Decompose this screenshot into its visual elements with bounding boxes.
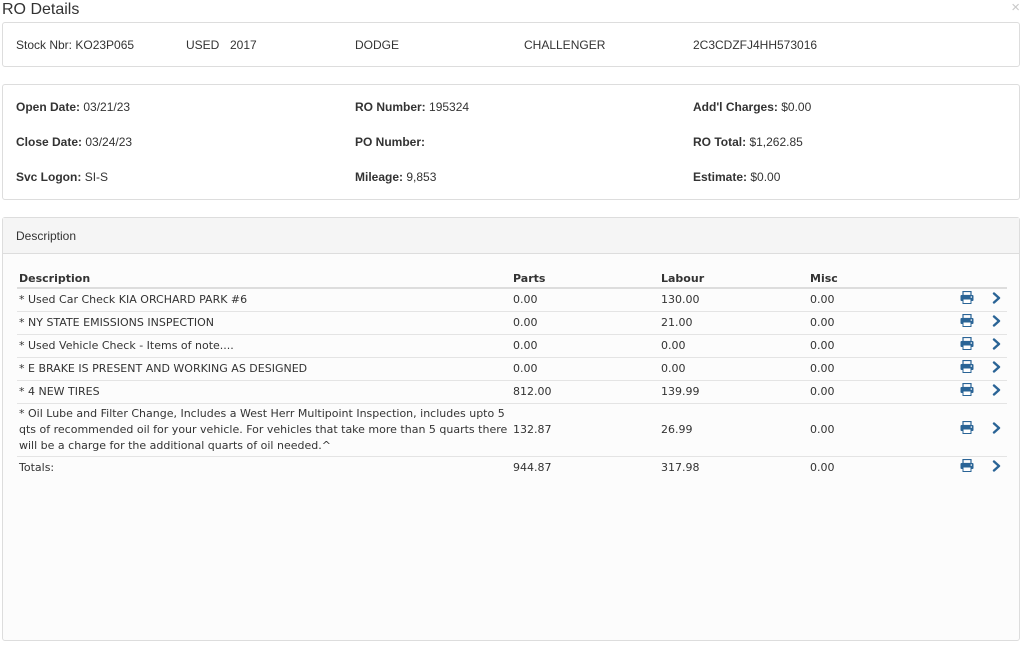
stock-number: Stock Nbr: KO23P065 [16, 38, 135, 52]
printer-icon[interactable] [960, 359, 974, 378]
cell-print [948, 334, 986, 358]
cell-go [986, 334, 1007, 358]
cell-description: * 4 NEW TIRES [17, 380, 511, 404]
chevron-right-icon[interactable] [992, 360, 1001, 378]
cell-go [986, 403, 1007, 457]
chevron-right-icon[interactable] [992, 421, 1001, 439]
cell-labour: 130.00 [659, 288, 808, 312]
cell-labour: 26.99 [659, 403, 808, 457]
printer-icon[interactable] [960, 382, 974, 401]
cell-misc: 0.00 [808, 311, 948, 335]
cell-parts: 812.00 [511, 380, 659, 404]
cell-parts: 132.87 [511, 403, 659, 457]
cell-misc: 0.00 [810, 461, 835, 474]
printer-icon[interactable] [960, 336, 974, 355]
vehicle-model: CHALLENGER [524, 38, 606, 52]
cell-print [948, 288, 986, 312]
cell-description: * Oil Lube and Filter Change, Includes a… [17, 403, 511, 457]
totals-row: Totals: 944.87 317.98 0.00 [17, 457, 1007, 480]
description-panel: Description Description Parts Labour Mis… [2, 217, 1020, 641]
table-header-row: Description Parts Labour Misc [17, 269, 1007, 289]
cell-parts: 0.00 [511, 288, 659, 312]
cell-parts: 0.00 [511, 311, 659, 335]
table-row: * 4 NEW TIRES 812.00 139.99 0.00 [17, 380, 1007, 404]
open-date: Open Date: 03/21/23 [16, 100, 131, 114]
cell-go [986, 357, 1007, 381]
chevron-right-icon[interactable] [992, 291, 1001, 309]
cell-labour: 0.00 [659, 334, 808, 358]
addl-charges: Add'l Charges: $0.00 [693, 100, 812, 114]
table-row: * Used Vehicle Check - Items of note....… [17, 334, 1007, 358]
cell-description: Totals: [19, 461, 55, 474]
vehicle-vin: 2C3CDZFJ4HH573016 [693, 38, 818, 52]
cell-misc: 0.00 [808, 334, 948, 358]
cell-print [948, 311, 986, 335]
ro-number: RO Number: 195324 [355, 100, 470, 114]
description-panel-header: Description [3, 218, 1019, 254]
ro-info-panel: Open Date: 03/21/23 Close Date: 03/24/23… [2, 84, 1020, 200]
close-date: Close Date: 03/24/23 [16, 135, 133, 149]
cell-print [948, 403, 986, 457]
table-row: * Used Car Check KIA ORCHARD PARK #6 0.00… [17, 288, 1007, 312]
cell-print [948, 380, 986, 404]
chevron-right-icon[interactable] [992, 314, 1001, 332]
cell-parts: 0.00 [511, 357, 659, 381]
estimate: Estimate: $0.00 [693, 170, 781, 184]
column-header-description: Description [17, 269, 511, 289]
printer-icon[interactable] [960, 290, 974, 309]
column-header-print [948, 269, 986, 289]
cell-misc: 0.00 [808, 288, 948, 312]
cell-description: * Used Car Check KIA ORCHARD PARK #6 [17, 288, 511, 312]
cell-parts: 0.00 [511, 334, 659, 358]
ro-total: RO Total: $1,262.85 [693, 135, 803, 149]
cell-description: * NY STATE EMISSIONS INSPECTION [17, 311, 511, 335]
mileage: Mileage: 9,853 [355, 170, 437, 184]
cell-labour: 139.99 [659, 380, 808, 404]
cell-description: * Used Vehicle Check - Items of note.... [17, 334, 511, 358]
svc-logon: Svc Logon: SI-S [16, 170, 109, 184]
chevron-right-icon[interactable] [992, 459, 1001, 477]
cell-labour: 0.00 [659, 357, 808, 381]
vehicle-condition: USED [186, 38, 220, 52]
po-number: PO Number: [355, 135, 426, 149]
printer-icon[interactable] [960, 313, 974, 332]
column-header-parts: Parts [511, 269, 659, 289]
cell-labour: 21.00 [659, 311, 808, 335]
vehicle-make: DODGE [355, 38, 400, 52]
cell-go [986, 457, 1007, 480]
cell-description: * E BRAKE IS PRESENT AND WORKING AS DESI… [17, 357, 511, 381]
cell-misc: 0.00 [808, 403, 948, 457]
column-header-go [986, 269, 1007, 289]
cell-print [948, 457, 986, 480]
modal-title: RO Details [2, 1, 80, 18]
table-row: * E BRAKE IS PRESENT AND WORKING AS DESI… [17, 357, 1007, 381]
vehicle-year: 2017 [230, 38, 257, 52]
close-icon[interactable]: × [1011, 0, 1020, 16]
ro-lines-table: Description Parts Labour Misc * Used Car… [17, 269, 1007, 479]
table-row: * NY STATE EMISSIONS INSPECTION 0.00 21.00… [17, 311, 1007, 335]
printer-icon[interactable] [960, 458, 974, 477]
vehicle-panel: Stock Nbr: KO23P065 USED 2017 DODGE CHAL… [2, 22, 1020, 67]
column-header-misc: Misc [808, 269, 948, 289]
chevron-right-icon[interactable] [992, 383, 1001, 401]
printer-icon[interactable] [960, 420, 974, 439]
table-row: * Oil Lube and Filter Change, Includes a… [17, 403, 1007, 457]
cell-go [986, 380, 1007, 404]
column-header-labour: Labour [659, 269, 808, 289]
cell-print [948, 357, 986, 381]
cell-labour: 317.98 [661, 461, 700, 474]
chevron-right-icon[interactable] [992, 337, 1001, 355]
cell-go [986, 288, 1007, 312]
cell-parts: 944.87 [513, 461, 552, 474]
cell-misc: 0.00 [808, 357, 948, 381]
cell-go [986, 311, 1007, 335]
cell-misc: 0.00 [808, 380, 948, 404]
